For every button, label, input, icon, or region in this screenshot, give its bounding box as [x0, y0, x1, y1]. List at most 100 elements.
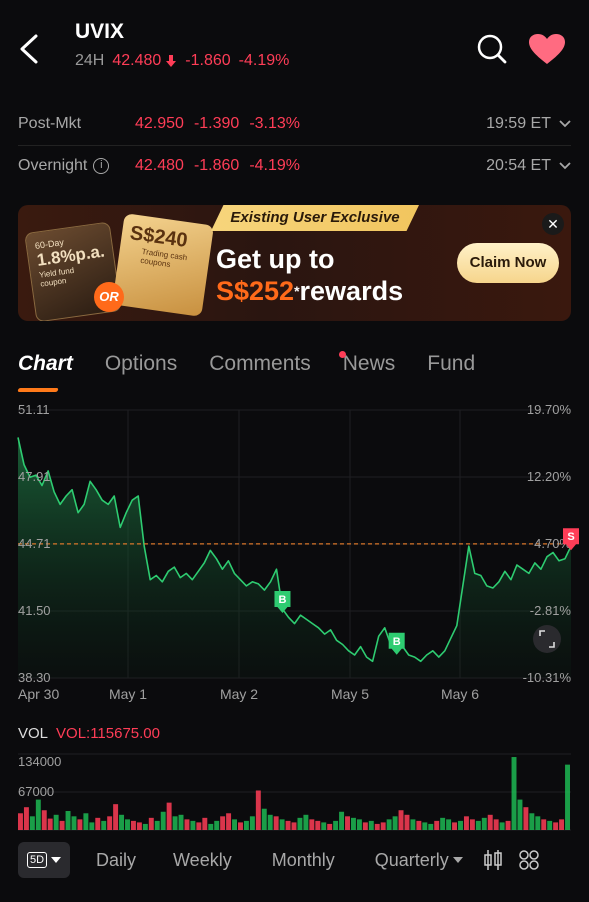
- overnight-price: 42.480: [135, 157, 184, 174]
- price-chart[interactable]: 51.1147.9144.7141.5038.3019.70%12.20%4.7…: [0, 396, 589, 716]
- volume-bar: [89, 822, 95, 830]
- volume-bar: [119, 814, 125, 830]
- tab-chart[interactable]: Chart: [18, 352, 73, 388]
- overnight-time: 20:54 ET: [486, 157, 551, 174]
- volume-bar: [553, 822, 559, 830]
- x-axis-label: May 2: [220, 686, 258, 702]
- volume-bar: [160, 811, 166, 830]
- headline-amount: S$252: [216, 276, 295, 306]
- volume-bar: [166, 802, 172, 830]
- volume-bar: [374, 823, 380, 830]
- price-summary: 24H 42.480 -1.860 -4.19%: [75, 52, 289, 70]
- volume-bar: [220, 816, 226, 830]
- volume-bar: [559, 819, 565, 830]
- y-axis-label: 51.11: [18, 402, 50, 417]
- volume-bar: [148, 817, 154, 830]
- svg-text:B: B: [393, 636, 401, 648]
- overnight-row[interactable]: Overnight i 42.480 -1.860 -4.19% 20:54 E…: [18, 145, 571, 187]
- volume-bar: [297, 817, 303, 830]
- promo-banner[interactable]: 60-Day 1.8%p.a. Yield fund coupon S$240 …: [18, 205, 571, 321]
- volume-bar: [493, 819, 499, 830]
- volume-bar: [321, 822, 327, 830]
- x-axis-label: May 1: [109, 686, 147, 702]
- volume-bar: [499, 822, 505, 830]
- volume-bar: [362, 822, 368, 830]
- overnight-label: Overnight: [18, 157, 88, 174]
- back-arrow-icon[interactable]: [16, 32, 42, 66]
- volume-bar: [18, 813, 23, 830]
- volume-axis-label: 134000: [18, 754, 61, 769]
- period-weekly[interactable]: Weekly: [173, 850, 232, 871]
- tab-options[interactable]: Options: [105, 352, 177, 388]
- volume-bar: [404, 814, 410, 830]
- volume-bar: [71, 816, 77, 830]
- volume-bar: [101, 820, 107, 830]
- period-daily[interactable]: Daily: [96, 850, 136, 871]
- close-icon[interactable]: ✕: [542, 213, 564, 235]
- header: UVIX 24H 42.480 -1.860 -4.19%: [0, 0, 589, 90]
- headline-suffix: rewards: [299, 276, 404, 306]
- period-monthly[interactable]: Monthly: [272, 850, 335, 871]
- volume-bar: [125, 819, 130, 830]
- exclusive-tag: Existing User Exclusive: [211, 205, 419, 231]
- volume-bar: [535, 816, 541, 830]
- volume-bar: [285, 820, 291, 830]
- current-price: 42.480: [112, 52, 162, 69]
- fullscreen-icon[interactable]: [533, 625, 561, 653]
- post-market-change-pct: -3.13%: [249, 115, 301, 132]
- x-axis-label: May 6: [441, 686, 479, 702]
- volume-bar: [446, 819, 452, 830]
- tab-fund[interactable]: Fund: [427, 352, 475, 388]
- chevron-down-icon: [559, 120, 571, 128]
- trading-coupon-card: S$240 Trading cash coupons: [112, 213, 214, 317]
- volume-bar: [130, 820, 136, 830]
- y-axis-label: 38.30: [18, 670, 51, 685]
- volume-bar: [273, 816, 279, 830]
- overnight-change-pct: -4.19%: [249, 157, 301, 174]
- volume-bar: [565, 764, 570, 830]
- volume-bar: [202, 817, 208, 830]
- volume-bar: [475, 820, 481, 830]
- overnight-change: -1.860: [193, 157, 240, 174]
- volume-bar: [238, 822, 243, 830]
- volume-bar: [29, 816, 35, 830]
- volume-bar: [154, 820, 160, 830]
- period-quarterly[interactable]: Quarterly: [375, 850, 449, 871]
- tab-news[interactable]: News: [343, 352, 396, 388]
- y-axis-pct-label: -2.81%: [530, 603, 572, 618]
- grid-layout-icon[interactable]: [519, 850, 539, 870]
- volume-bar: [83, 813, 89, 830]
- search-icon[interactable]: [476, 33, 508, 65]
- notification-dot: [339, 351, 346, 358]
- volume-bar: [380, 822, 386, 830]
- caret-down-icon: [51, 856, 62, 863]
- volume-bar: [541, 819, 547, 830]
- volume-bar: [226, 813, 232, 830]
- volume-bar: [255, 790, 261, 830]
- volume-bar: [232, 819, 238, 830]
- info-icon[interactable]: i: [93, 158, 110, 174]
- y-axis-pct-label: -10.31%: [523, 670, 572, 685]
- y-axis-label: 47.91: [18, 469, 51, 484]
- volume-bar: [47, 818, 53, 830]
- tab-comments[interactable]: Comments: [209, 352, 311, 388]
- claim-now-button[interactable]: Claim Now: [457, 243, 559, 283]
- volume-bar: [23, 807, 29, 830]
- volume-bar: [261, 808, 267, 830]
- post-market-row[interactable]: Post-Mkt 42.950 -1.390 -3.13% 19:59 ET: [18, 103, 571, 145]
- period-5d-button[interactable]: 5D: [18, 842, 70, 878]
- volume-bar: [452, 822, 458, 830]
- price-change: -1.860: [185, 52, 231, 69]
- favorite-heart-icon[interactable]: [528, 33, 566, 65]
- volume-bar: [345, 816, 350, 830]
- volume-bar: [487, 814, 493, 830]
- x-axis-label: May 5: [331, 686, 369, 702]
- period-bar: 5D Daily Weekly Monthly Quarterly: [18, 842, 578, 878]
- volume-bar: [214, 820, 220, 830]
- y-axis-label: 44.71: [18, 536, 51, 551]
- candlestick-icon[interactable]: [483, 849, 503, 871]
- caret-down-icon[interactable]: [452, 856, 463, 864]
- volume-bar: [469, 819, 475, 830]
- tab-bar: Chart Options Comments News Fund: [18, 352, 571, 388]
- volume-bar: [481, 817, 487, 830]
